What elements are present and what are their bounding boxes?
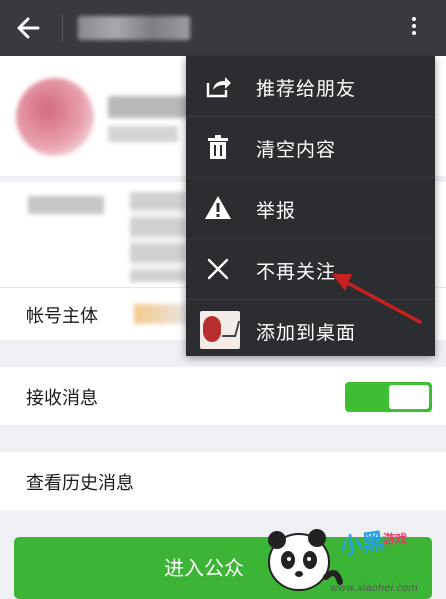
topbar-divider: [62, 14, 63, 42]
receive-messages-label: 接收消息: [26, 388, 98, 409]
receive-messages-toggle[interactable]: [345, 382, 432, 412]
top-bar: [0, 0, 446, 56]
avatar[interactable]: [16, 78, 94, 156]
menu-item-clear[interactable]: 清空内容: [186, 117, 435, 178]
app-thumbnail-icon: [200, 311, 241, 349]
thumbnail-ink: [221, 321, 241, 337]
account-name-redacted: [108, 96, 198, 118]
trash-icon: [208, 135, 228, 159]
menu-label-unfollow: 不再关注: [256, 261, 337, 283]
more-dot: [412, 31, 416, 35]
intro-text-redacted: [130, 192, 186, 282]
annotation-arrow-icon: [332, 274, 422, 324]
toggle-knob: [389, 385, 429, 409]
close-icon: [207, 258, 229, 280]
history-messages-row[interactable]: 查看历史消息: [0, 452, 446, 510]
back-button[interactable]: [12, 12, 48, 44]
enter-account-label: 进入公众: [164, 556, 244, 580]
account-id-redacted: [108, 126, 178, 142]
menu-label-recommend: 推荐给朋友: [256, 78, 357, 100]
more-dot: [412, 24, 416, 28]
warning-icon: [205, 196, 231, 219]
more-button[interactable]: [402, 14, 426, 44]
watermark-brand: 小黑: [338, 529, 386, 560]
thumbnail-seal: [203, 316, 221, 342]
page-title-redacted: [78, 16, 190, 40]
share-icon: [206, 77, 231, 98]
arrow-left-icon: [17, 17, 40, 39]
more-vertical-icon: [412, 17, 416, 21]
intro-label-redacted: [28, 196, 104, 214]
menu-label-clear: 清空内容: [256, 139, 337, 161]
history-messages-label: 查看历史消息: [26, 473, 134, 494]
menu-label-report: 举报: [256, 200, 297, 222]
menu-item-report[interactable]: 举报: [186, 178, 435, 239]
account-subject-value-redacted: [134, 304, 190, 324]
watermark-sub: 游戏: [383, 532, 408, 546]
menu-item-recommend[interactable]: 推荐给朋友: [186, 56, 435, 117]
watermark-url: www.xiaohei.com: [330, 583, 418, 594]
receive-messages-row: 接收消息: [0, 367, 446, 425]
account-subject-label: 帐号主体: [26, 306, 98, 327]
